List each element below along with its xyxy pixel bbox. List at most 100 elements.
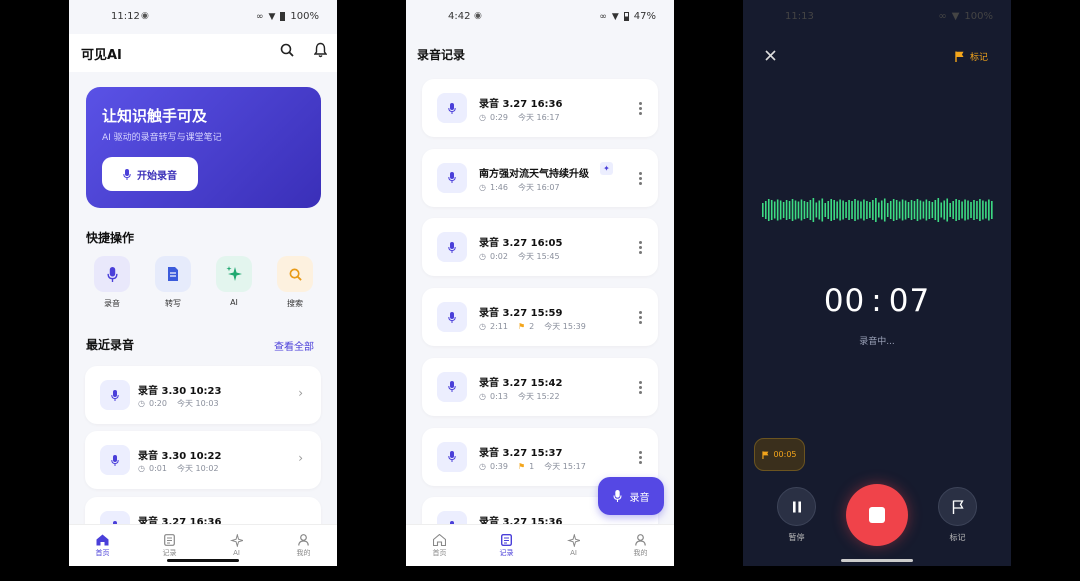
home-indicator xyxy=(841,559,913,562)
waveform-bar xyxy=(922,201,925,219)
marker-chip[interactable]: 00:05 xyxy=(754,438,805,471)
record-flag-count: 1 xyxy=(529,461,535,471)
waveform-bar xyxy=(851,201,853,219)
recent-item-meta: ◷ 0:20 今天 10:03 xyxy=(138,398,219,409)
waveform-bar xyxy=(782,202,785,218)
record-title: 录音 3.27 15:59 xyxy=(479,308,563,320)
record-item[interactable]: 录音 3.27 16:05 ◷ 0:02 今天 15:45 xyxy=(422,218,658,277)
waveform-bar xyxy=(916,199,919,221)
more-icon[interactable] xyxy=(638,380,642,394)
timer-seconds: 07 xyxy=(888,283,931,319)
more-icon[interactable] xyxy=(638,171,642,185)
pause-label: 暂停 xyxy=(788,533,805,542)
hero-title: 让知识触手可及 xyxy=(102,107,208,125)
status-bar: 11:12 ◉ ∞ ▼ 100% xyxy=(69,0,337,34)
nav-profile[interactable]: 我的 xyxy=(607,525,674,566)
waveform-bar xyxy=(875,198,877,222)
waveform-bar xyxy=(955,199,957,221)
recent-item[interactable]: 录音 3.30 10:23 ◷ 0:20 今天 10:03 › xyxy=(85,366,321,424)
waveform-bar xyxy=(827,201,830,219)
clock-icon: ◷ xyxy=(479,113,486,122)
record-item[interactable]: 录音 3.27 15:42 ◷ 0:13 今天 15:22 xyxy=(422,357,658,416)
clock-icon: ◷ xyxy=(479,252,486,262)
nav-profile[interactable]: 我的 xyxy=(270,525,337,566)
start-recording-button[interactable]: 开始录音 xyxy=(102,157,198,191)
record-item[interactable]: 录音 3.27 15:59 ◷ 2:11 ⚑ 2 今天 15:39 xyxy=(422,288,658,347)
stop-button[interactable] xyxy=(846,484,908,546)
status-notification-icon: ◉ xyxy=(474,11,482,21)
mark-top-button[interactable]: 标记 xyxy=(955,50,988,63)
status-bar: 4:42 ◉ ∞ ▼ 47% xyxy=(406,0,674,34)
quick-transcribe-button[interactable] xyxy=(155,256,191,292)
more-icon[interactable] xyxy=(638,450,642,464)
waveform-bar xyxy=(815,202,818,218)
waveform-bar xyxy=(836,201,838,219)
mic-badge xyxy=(437,232,467,263)
waveform-bar xyxy=(928,201,931,219)
recent-item-date: 今天 10:02 xyxy=(176,464,219,473)
mark-label: 标记 xyxy=(949,533,966,542)
waveform-bar xyxy=(791,199,794,221)
waveform-bar xyxy=(940,202,943,218)
bell-icon[interactable] xyxy=(314,42,327,58)
waveform xyxy=(762,198,993,222)
waveform-bar xyxy=(803,201,806,219)
quick-ai-button[interactable] xyxy=(216,256,252,292)
clock-icon: ◷ xyxy=(479,391,486,401)
waveform-bar xyxy=(788,201,791,219)
record-item[interactable]: 录音 3.27 16:36 ◷ 0:29 今天 16:17 xyxy=(422,79,658,137)
record-date: 今天 16:07 xyxy=(517,182,560,192)
waveform-bar xyxy=(824,203,827,217)
recent-recordings-title: 最近录音 xyxy=(86,338,135,352)
mic-badge xyxy=(437,162,467,193)
flag-icon xyxy=(955,51,964,62)
waveform-bar xyxy=(764,201,767,219)
battery-level: 100% xyxy=(964,11,993,22)
person-icon xyxy=(298,533,309,546)
nav-home[interactable]: 首页 xyxy=(69,525,136,566)
quick-search-button[interactable] xyxy=(277,256,313,292)
flag-icon: ⚑ xyxy=(517,322,526,332)
recent-item-title: 录音 3.30 10:22 xyxy=(138,451,222,462)
waveform-bar xyxy=(934,200,937,220)
recent-item[interactable]: 录音 3.30 10:22 ◷ 0:01 今天 10:02 › xyxy=(85,431,321,489)
flag-icon xyxy=(762,450,769,459)
view-all-link[interactable]: 查看全部 xyxy=(274,338,314,353)
waveform-bar xyxy=(901,199,904,221)
clock-icon: ◷ xyxy=(138,464,145,473)
record-meta: ◷ 0:13 今天 15:22 xyxy=(479,391,560,402)
waveform-bar xyxy=(848,200,850,220)
record-item[interactable]: 南方强对流天气持续升级 ✦ ◷ 1:46 今天 16:07 xyxy=(422,148,658,207)
waveform-bar xyxy=(991,201,993,219)
nav-records[interactable]: 记录 xyxy=(473,525,540,566)
close-icon[interactable] xyxy=(765,50,776,61)
waveform-bar xyxy=(857,200,859,220)
mic-icon xyxy=(448,241,456,253)
quick-record-button[interactable] xyxy=(94,256,130,292)
mic-badge xyxy=(437,441,467,472)
waveform-bar xyxy=(952,201,954,219)
nav-ai-label: AI xyxy=(233,549,240,557)
nav-home-label: 首页 xyxy=(95,548,110,557)
record-fab[interactable]: 录音 xyxy=(598,477,664,515)
sparkle-icon xyxy=(230,534,243,547)
waveform-bar xyxy=(907,202,910,218)
nav-home[interactable]: 首页 xyxy=(406,525,473,566)
record-fab-label: 录音 xyxy=(629,492,650,504)
more-icon[interactable] xyxy=(638,102,642,115)
person-icon xyxy=(635,533,646,546)
chevron-right-icon: › xyxy=(298,451,303,465)
mark-button[interactable] xyxy=(938,487,977,526)
nav-ai[interactable]: AI xyxy=(540,525,607,566)
more-icon[interactable] xyxy=(638,241,642,255)
waveform-bar xyxy=(854,199,856,221)
record-title: 录音 3.27 15:42 xyxy=(479,377,563,389)
record-date: 今天 15:45 xyxy=(517,252,560,262)
pause-button[interactable] xyxy=(777,487,816,526)
more-icon[interactable] xyxy=(638,311,642,325)
search-icon[interactable] xyxy=(280,43,294,57)
app-header: 可见AI xyxy=(69,34,337,72)
list-icon xyxy=(501,533,512,546)
waveform-bar xyxy=(946,198,949,222)
waveform-bar xyxy=(910,200,913,220)
